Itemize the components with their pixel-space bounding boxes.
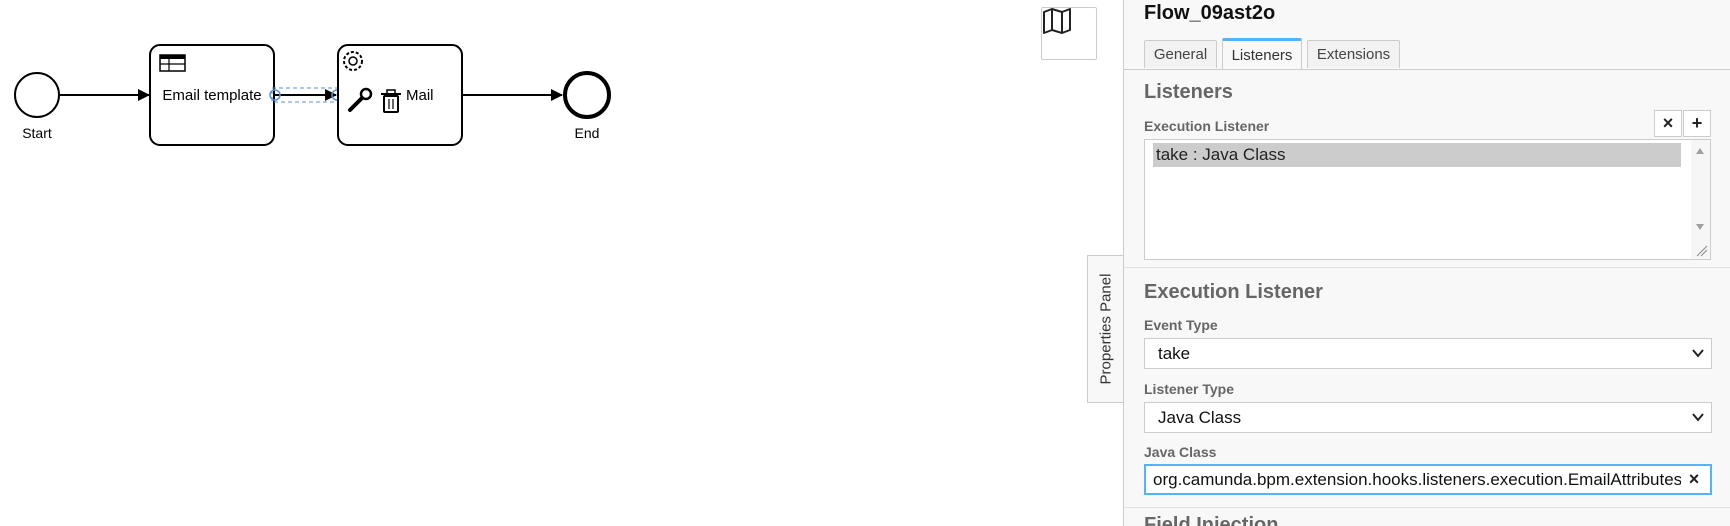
execution-listener-group-title: Execution Listener — [1144, 281, 1323, 303]
mail-task-label: Mail — [406, 87, 434, 104]
listener-type-select[interactable]: Java Class — [1144, 402, 1712, 433]
group-divider — [1124, 267, 1730, 268]
list-item[interactable]: take : Java Class — [1153, 143, 1681, 167]
execution-listener-list-label: Execution Listener — [1144, 118, 1270, 134]
properties-panel: Flow_09ast2o General Listeners Extension… — [1123, 0, 1730, 526]
start-event-label: Start — [22, 125, 52, 141]
resize-handle-icon[interactable] — [1695, 244, 1708, 257]
event-type-label: Event Type — [1144, 317, 1218, 333]
sequence-flow-email-mail-selected[interactable] — [269, 87, 343, 103]
scroll-up-arrow-icon[interactable] — [1696, 148, 1704, 154]
chevron-down-icon — [1692, 349, 1704, 358]
event-type-value: take — [1158, 344, 1191, 363]
listeners-group-title: Listeners — [1144, 81, 1233, 103]
remove-listener-button[interactable]: × — [1654, 110, 1682, 137]
java-class-value: org.camunda.bpm.extension.hooks.listener… — [1153, 470, 1681, 489]
bpmn-canvas[interactable]: Start Email template Mail End Properties… — [0, 0, 1123, 526]
chevron-down-icon — [1692, 413, 1704, 422]
start-event[interactable] — [14, 72, 60, 118]
clear-java-class-button[interactable]: × — [1684, 466, 1704, 493]
tab-extensions[interactable]: Extensions — [1307, 40, 1400, 68]
execution-listener-listbox[interactable]: take : Java Class — [1144, 139, 1711, 260]
event-type-select[interactable]: take — [1144, 338, 1712, 369]
group-divider — [1124, 507, 1730, 508]
java-class-label: Java Class — [1144, 444, 1217, 460]
email-template-task-label: Email template — [162, 87, 261, 104]
properties-panel-toggle-label: Properties Panel — [1097, 273, 1114, 385]
tab-general[interactable]: General — [1144, 40, 1217, 68]
listener-type-value: Java Class — [1158, 408, 1242, 427]
end-event[interactable] — [563, 71, 611, 119]
tabs-divider — [1124, 69, 1730, 70]
minimap-toggle-button[interactable] — [1041, 7, 1097, 60]
scroll-down-arrow-icon[interactable] — [1696, 224, 1704, 230]
map-icon — [1043, 8, 1071, 34]
field-injection-group-title: Field Injection — [1144, 514, 1279, 526]
panel-title: Flow_09ast2o — [1144, 2, 1276, 24]
diagram-svg: Start Email template Mail End — [14, 44, 611, 146]
listbox-scrollbar[interactable] — [1691, 140, 1710, 259]
tab-listeners[interactable]: Listeners — [1222, 38, 1302, 70]
properties-panel-toggle[interactable]: Properties Panel — [1087, 255, 1123, 403]
java-class-input[interactable]: org.camunda.bpm.extension.hooks.listener… — [1144, 464, 1712, 495]
add-listener-button[interactable]: + — [1683, 110, 1711, 137]
end-event-label: End — [575, 125, 600, 141]
listener-type-label: Listener Type — [1144, 381, 1234, 397]
